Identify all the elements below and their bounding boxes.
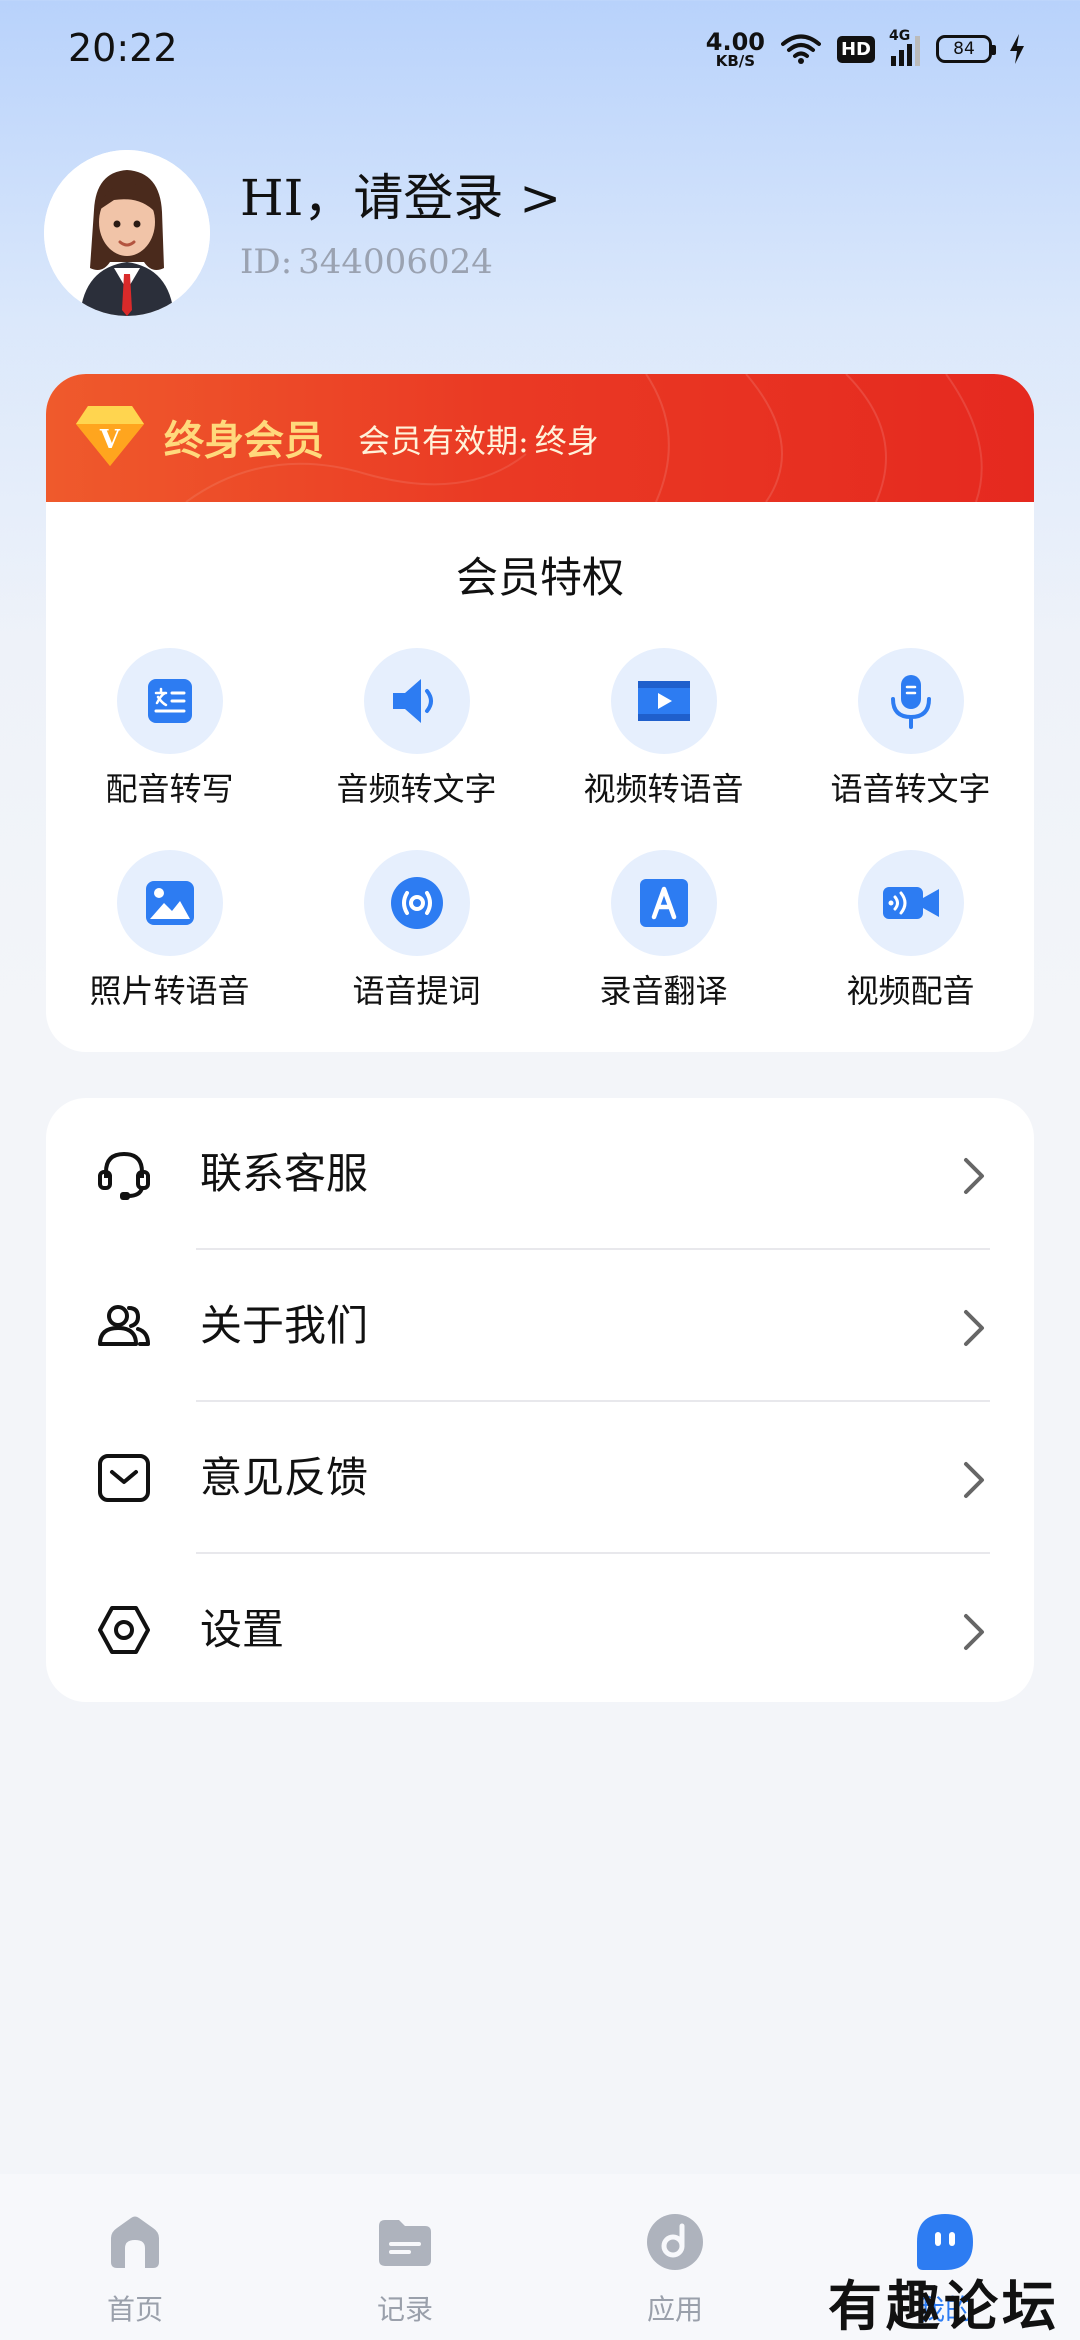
user-id-label: ID: <box>240 242 293 282</box>
microphone-icon <box>890 675 931 729</box>
chevron-right-icon <box>964 1310 984 1346</box>
nav-label: 应用 <box>646 2293 703 2326</box>
vip-validity-label: 会员有效期: <box>358 422 529 460</box>
perk-label: 视频配音 <box>846 972 975 1010</box>
status-bar: 20:22 4.00 KB/S HD 4G 84 <box>0 0 1080 100</box>
hd-badge: HD <box>836 35 875 63</box>
vip-validity-value: 终身 <box>534 422 599 460</box>
network-speed-unit: KB/S <box>715 51 756 70</box>
perk-label: 语音提词 <box>352 972 481 1010</box>
nav-item-apps[interactable]: 应用 <box>540 2174 810 2340</box>
broadcast-icon <box>390 877 443 929</box>
home-icon <box>111 2216 159 2268</box>
chevron-right-icon <box>964 1614 984 1650</box>
perk-video-to-voice[interactable]: 视频转语音 <box>540 648 787 810</box>
perk-photo-to-voice[interactable]: 照片转语音 <box>46 850 293 1012</box>
perk-label: 语音转文字 <box>830 770 991 808</box>
user-id-value: 344006024 <box>298 242 493 282</box>
watermark-text: 有趣论坛 <box>828 2274 1060 2338</box>
nav-item-records[interactable]: 记录 <box>270 2174 540 2340</box>
perk-recording-translate[interactable]: 录音翻译 <box>540 850 787 1012</box>
perk-icon-bg <box>857 648 964 754</box>
login-prompt[interactable]: HI，请登录 > <box>240 158 561 230</box>
perk-label: 视频转语音 <box>583 770 744 808</box>
chevron-right-icon <box>964 1462 984 1498</box>
folder-icon <box>379 2220 431 2266</box>
avatar-image <box>44 150 210 316</box>
perk-icon-bg <box>857 850 964 956</box>
menu-card: 联系客服 关于我们 意见反馈 设置 <box>46 1098 1034 1702</box>
battery-indicator: 84 <box>936 35 996 63</box>
perk-transcribe[interactable]: 配音转写 <box>46 648 293 810</box>
network-type: 4G <box>889 28 911 44</box>
menu-label: 设置 <box>200 1605 285 1654</box>
perk-label: 音频转文字 <box>336 770 497 808</box>
perk-icon-bg <box>116 648 223 754</box>
charging-icon <box>1010 34 1024 64</box>
user-id: ID: 344006024 <box>240 242 493 282</box>
network-speed: 4.00 KB/S <box>706 30 765 69</box>
perk-voice-prompter[interactable]: 语音提词 <box>293 850 540 1012</box>
menu-item-feedback[interactable]: 意见反馈 <box>46 1402 1034 1554</box>
perk-label: 配音转写 <box>105 770 234 808</box>
wifi-icon <box>780 34 821 64</box>
apps-icon <box>647 2214 703 2270</box>
settings-icon <box>98 1606 150 1654</box>
menu-item-settings[interactable]: 设置 <box>46 1554 1034 1706</box>
vip-validity: 会员有效期: 终身 <box>358 416 599 462</box>
menu-label: 意见反馈 <box>200 1453 369 1502</box>
perk-voice-to-text[interactable]: 语音转文字 <box>787 648 1034 810</box>
transcribe-icon <box>147 679 192 723</box>
menu-item-about-us[interactable]: 关于我们 <box>46 1250 1034 1402</box>
perk-label: 录音翻译 <box>599 972 728 1010</box>
network-speed-value: 4.00 <box>705 27 765 56</box>
membership-card: V 终身会员 会员有效期: 终身 会员特权 配音转写 音频转文字 视频转语音 语… <box>46 374 1034 1052</box>
status-icons: 4.00 KB/S HD 4G 84 <box>706 26 1026 72</box>
video-camera-icon <box>882 887 939 919</box>
menu-label: 联系客服 <box>200 1149 369 1198</box>
perk-icon-bg <box>363 850 470 956</box>
menu-label: 关于我们 <box>200 1301 369 1350</box>
perk-audio-to-text[interactable]: 音频转文字 <box>293 648 540 810</box>
speaker-icon <box>392 679 433 723</box>
image-icon <box>145 881 194 925</box>
perk-icon-bg <box>363 648 470 754</box>
nav-item-home[interactable]: 首页 <box>0 2174 270 2340</box>
users-icon <box>98 1305 150 1346</box>
chevron-right-icon <box>964 1158 984 1194</box>
menu-item-contact-support[interactable]: 联系客服 <box>46 1098 1034 1250</box>
perk-icon-bg <box>610 648 717 754</box>
perks-title: 会员特权 <box>455 553 624 602</box>
nav-label: 首页 <box>106 2293 163 2326</box>
vip-title: 终身会员 <box>164 417 324 464</box>
battery-level: 84 <box>953 39 975 59</box>
perk-label: 照片转语音 <box>89 972 250 1010</box>
perk-icon-bg <box>116 850 223 956</box>
translate-icon <box>639 879 688 927</box>
vip-diamond-icon: V <box>76 406 144 466</box>
perk-video-dubbing[interactable]: 视频配音 <box>787 850 1034 1012</box>
vip-letter: V <box>99 425 121 455</box>
vip-banner[interactable]: V 终身会员 会员有效期: 终身 <box>46 374 1034 502</box>
avatar[interactable] <box>44 150 210 316</box>
headset-icon <box>98 1151 150 1200</box>
nav-label: 记录 <box>376 2293 433 2326</box>
perk-icon-bg <box>610 850 717 956</box>
feedback-icon <box>98 1454 150 1502</box>
video-icon <box>637 681 690 721</box>
cellular-signal: 4G <box>889 28 920 66</box>
status-time: 20:22 <box>68 26 178 70</box>
